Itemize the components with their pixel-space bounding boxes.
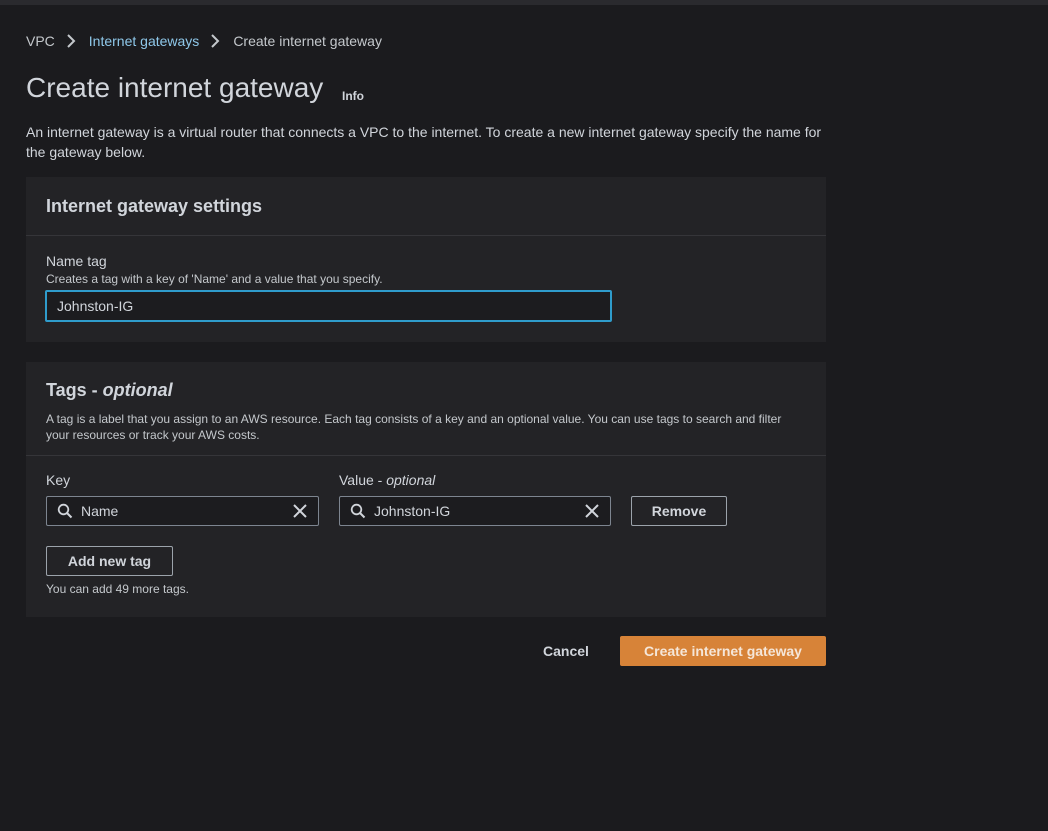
tag-value-label: Value - optional — [339, 472, 435, 488]
tags-panel-header: Tags - optional A tag is a label that yo… — [26, 362, 826, 456]
tags-panel-title: Tags - optional — [46, 380, 806, 401]
add-new-tag-button[interactable]: Add new tag — [46, 546, 173, 576]
page-title: Create internet gateway — [26, 72, 324, 103]
tags-panel: Tags - optional A tag is a label that yo… — [26, 362, 826, 617]
tag-key-input[interactable]: Name — [46, 496, 319, 526]
breadcrumb: VPC Internet gateways Create internet ga… — [26, 31, 382, 51]
info-link[interactable]: Info — [342, 89, 364, 103]
name-tag-hint: Creates a tag with a key of 'Name' and a… — [46, 272, 383, 286]
internet-gateway-settings-panel: Internet gateway settings Name tag Creat… — [26, 177, 826, 342]
create-internet-gateway-button[interactable]: Create internet gateway — [620, 636, 826, 666]
breadcrumb-internet-gateways[interactable]: Internet gateways — [89, 33, 200, 49]
breadcrumb-vpc[interactable]: VPC — [26, 33, 55, 49]
remove-tag-button[interactable]: Remove — [631, 496, 727, 526]
settings-panel-title: Internet gateway settings — [46, 196, 263, 216]
search-icon — [350, 503, 366, 519]
tags-remaining-note: You can add 49 more tags. — [46, 582, 189, 596]
breadcrumb-current: Create internet gateway — [233, 33, 382, 49]
chevron-right-icon — [211, 34, 220, 48]
page-description: An internet gateway is a virtual router … — [26, 124, 822, 160]
name-tag-label: Name tag — [46, 253, 107, 269]
tags-title-text: Tags - — [46, 380, 103, 400]
tag-value-value: Johnston-IG — [374, 503, 451, 519]
tag-value-label-optional: optional — [386, 472, 436, 488]
tag-key-label: Key — [46, 472, 71, 488]
tag-value-label-text: Value - — [339, 472, 387, 488]
tags-title-optional: optional — [102, 380, 173, 400]
search-icon — [57, 503, 73, 519]
chevron-right-icon — [67, 34, 76, 48]
close-icon[interactable] — [584, 503, 600, 519]
top-bar — [0, 0, 1048, 5]
tag-key-value: Name — [81, 503, 119, 519]
tag-value-input[interactable]: Johnston-IG — [339, 496, 611, 526]
close-icon[interactable] — [292, 503, 308, 519]
name-tag-input[interactable] — [45, 290, 612, 322]
settings-panel-header: Internet gateway settings — [26, 177, 826, 236]
cancel-button[interactable]: Cancel — [530, 636, 602, 666]
tags-description: A tag is a label that you assign to an A… — [46, 412, 782, 442]
